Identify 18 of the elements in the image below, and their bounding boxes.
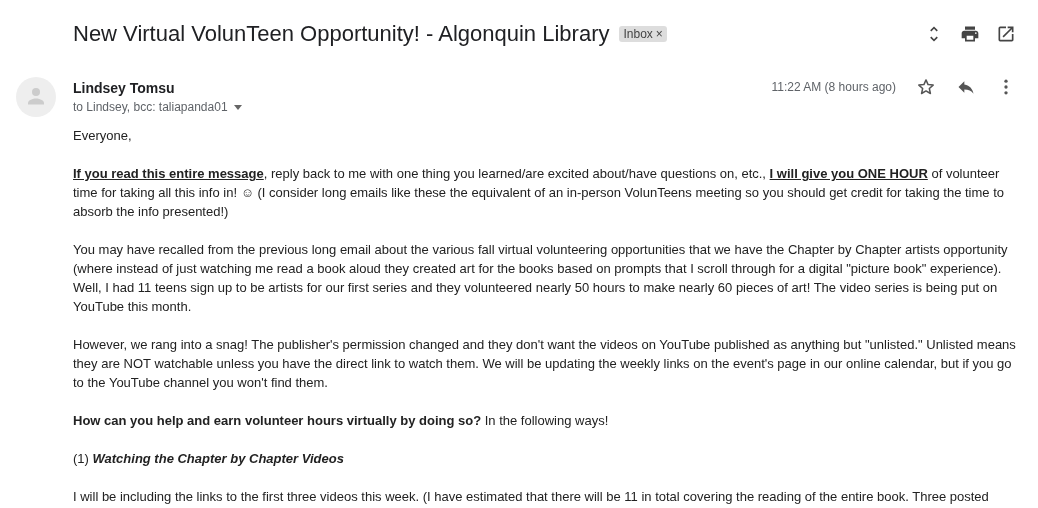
print-icon[interactable] — [960, 24, 980, 44]
email-paragraph: Everyone, — [73, 127, 133, 145]
section-heading: (1) Watching the Chapter by Chapter Videos — [73, 450, 345, 468]
caret-icon[interactable] — [233, 104, 242, 110]
label-text: Inbox — [623, 27, 653, 41]
email-paragraph: How can you help and earn volunteer hours virtually by doing so? In the following ways! — [73, 412, 610, 430]
email-subject: New Virtual VolunTeen Opportunity! - Algonquin Library — [73, 21, 610, 47]
star-icon[interactable] — [916, 77, 936, 97]
timestamp: 11:22 AM (8 hours ago) — [771, 80, 896, 94]
remove-label-button[interactable]: × — [655, 27, 663, 41]
sender-name: Lindsey Tomsu — [73, 80, 176, 96]
avatar-icon — [16, 77, 56, 117]
recipients-text: to Lindsey, bcc: taliapanda01 — [73, 100, 228, 114]
email-paragraph: However, we rang into a snag! The publisher's permission changed and they don't want the videos on YouTube published as anything but "unlisted." Unlisted means they are NOT watchable unless you have the direct link to watch them. We will be updating the weekly links on the event's page in our online calendar, but if you go to the YouTube channel you won't find them. — [73, 336, 1017, 392]
email-paragraph: I will be including the links to the first three videos this week. (I have estimated that there will be 11 in total covering the reading of the entire book. Three posted — [73, 488, 990, 506]
email-paragraph: You may have recalled from the previous long email about the various fall virtual volunteering opportunities that we have the Chapter by Chapter artists opportunity (where instead of just watching me read a book aloud they created art for the books based on prompts that I scroll through for a digital "picture book" experience). Well, I had 11 teens sign up to be artists for our first series and they volunteered nearly 50 hours to make nearly 60 pieces of art! The video series is being put on YouTube this month. — [73, 241, 1009, 316]
email-paragraph: If you read this entire message, reply back to me with one thing you learned/are excited about/have questions on, etc., I will give you ONE HOUR of volunteer time for taking all this info in! ☺ (I consider long emails like these the equivalent of an in-person VolunTeens meeting so you should get credit for taking the time to absorb the info presented!) — [73, 165, 1005, 221]
open-in-new-window-icon[interactable] — [996, 24, 1016, 44]
